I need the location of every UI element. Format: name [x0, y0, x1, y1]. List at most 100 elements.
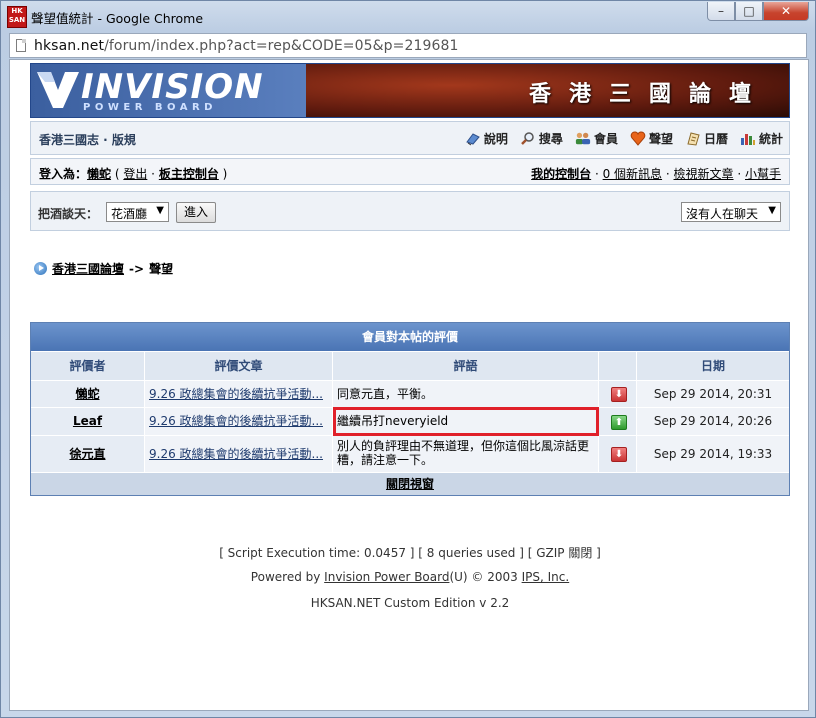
minimize-button[interactable]: – [707, 2, 735, 21]
logged-in-label: 登入為： [39, 167, 88, 181]
help-icon [466, 133, 480, 146]
url-text[interactable]: hksan.net/forum/index.php?act=rep&CODE=0… [34, 38, 459, 54]
search-icon [521, 132, 534, 145]
thumbs-up-icon: ⬆ [611, 415, 627, 430]
logo-text: INVISION [81, 67, 264, 107]
breadcrumb-current: 聲望 [149, 262, 174, 276]
address-bar[interactable]: hksan.net/forum/index.php?act=rep&CODE=0… [9, 33, 807, 58]
chat-room-select[interactable]: 花酒廳 ▼ [106, 202, 169, 222]
highlight-box [333, 407, 599, 436]
my-controls-link[interactable]: 我的控制台 [531, 167, 591, 181]
members-icon [575, 132, 591, 145]
powered-prefix: Powered by [250, 570, 325, 584]
url-domain: hksan.net [34, 38, 105, 54]
title-bar: HK SAN 聲望值統計 - Google Chrome – □ ✕ [1, 1, 815, 31]
nav-help[interactable]: 說明 [465, 130, 508, 147]
breadcrumb-forum-link[interactable]: 香港三國論壇 [52, 260, 124, 277]
window-title: 聲望值統計 - Google Chrome [31, 11, 204, 26]
date-cell: Sep 29 2014, 20:26 [637, 408, 789, 436]
nav-stats[interactable]: 統計 [740, 130, 783, 147]
ratings-header-row: 評價者 評價文章 評語 日期 [31, 352, 789, 380]
chat-room-value: 花酒廳 [111, 207, 148, 221]
post-link[interactable]: 9.26 政總集會的後續抗爭活動... [149, 387, 323, 401]
date-cell: Sep 29 2014, 19:33 [637, 436, 789, 474]
nav-calendar-label: 日曆 [703, 132, 728, 146]
powered-mid: (U) © 2003 [449, 570, 522, 584]
col-comment: 評語 [333, 352, 599, 380]
table-row: 徐元直 9.26 政總集會的後續抗爭活動... 別人的負評理由不無道理，但你這個… [31, 435, 789, 474]
comment-cell: 同意元直，平衡。 [333, 381, 599, 408]
url-path: /forum/index.php?act=rep&CODE=05&p=21968… [104, 38, 459, 54]
browser-window: HK SAN 聲望值統計 - Google Chrome – □ ✕ hksan… [0, 0, 816, 718]
rater-cell: 徐元直 [31, 436, 145, 474]
edition-text: HKSAN.NET Custom Edition v 2.2 [310, 596, 510, 610]
forum-nav-bar: 香港三國志 · 版規 說明 搜尋 會員 聲望 日曆 統計 [30, 121, 790, 155]
chat-label: 把酒談天： [38, 207, 99, 221]
nav-members-label: 會員 [593, 132, 618, 146]
script-stats: [ Script Execution time: 0.0457 ] [ 8 qu… [219, 546, 601, 560]
post-link[interactable]: 9.26 政總集會的後續抗爭活動... [149, 414, 323, 428]
heart-icon [630, 131, 646, 146]
chat-status-select[interactable]: 沒有人在聊天 ▼ [681, 202, 781, 222]
breadcrumb: 香港三國論壇 -> 聲望 [34, 260, 173, 277]
mod-cp-link[interactable]: 板主控制台 [159, 167, 219, 181]
rater-cell: 懶蛇 [31, 381, 145, 408]
arrow-circle-icon [34, 262, 47, 275]
col-type [599, 352, 637, 380]
maximize-button[interactable]: □ [735, 2, 763, 21]
forum-rules-link[interactable]: 香港三國志 · 版規 [39, 131, 136, 148]
type-cell: ⬇ [599, 381, 637, 408]
logout-link[interactable]: 登出 [123, 167, 147, 181]
post-cell: 9.26 政總集會的後續抗爭活動... [145, 381, 333, 408]
close-window-link[interactable]: 關閉視窗 [386, 477, 434, 491]
nav-search[interactable]: 搜尋 [520, 130, 563, 147]
date-cell: Sep 29 2014, 20:31 [637, 381, 789, 408]
nav-stats-label: 統計 [758, 132, 783, 146]
thumbs-down-icon: ⬇ [611, 447, 627, 462]
close-window-bar: 關閉視窗 [31, 472, 789, 495]
close-button[interactable]: ✕ [763, 2, 809, 21]
helper-link[interactable]: 小幫手 [745, 167, 781, 181]
nav-members[interactable]: 會員 [575, 130, 618, 147]
nav-reputation[interactable]: 聲望 [630, 130, 673, 147]
user-bar: 登入為：懶蛇 ( 登出 · 板主控制台 ) 我的控制台 · 0 個新訊息 · 檢… [30, 158, 790, 185]
ips-link[interactable]: IPS, Inc. [522, 570, 570, 584]
nav-search-label: 搜尋 [538, 132, 563, 146]
post-cell: 9.26 政總集會的後續抗爭活動... [145, 408, 333, 436]
calendar-icon [687, 132, 700, 146]
view-new-posts-link[interactable]: 檢視新文章 [674, 167, 734, 181]
comment-cell: 別人的負評理由不無道理，但你這個比風涼話更糟，請注意一下。 [333, 436, 599, 474]
rater-link[interactable]: 徐元直 [69, 447, 105, 461]
chat-status-value: 沒有人在聊天 [686, 207, 759, 221]
banner-artwork: 香港三國論壇 [306, 64, 789, 117]
chat-bar: 把酒談天： 花酒廳 ▼ 進入 沒有人在聊天 ▼ [30, 191, 790, 231]
invision-logo-icon [37, 72, 79, 108]
breadcrumb-separator: -> [129, 261, 145, 276]
new-messages-link[interactable]: 0 個新訊息 [603, 167, 662, 181]
table-row: 懶蛇 9.26 政總集會的後續抗爭活動... 同意元直，平衡。 ⬇ Sep 29… [31, 380, 789, 408]
nav-reputation-label: 聲望 [648, 132, 673, 146]
logo-subtext: POWER BOARD [83, 102, 217, 113]
dropdown-arrow-icon: ▼ [768, 205, 776, 216]
stats-icon [740, 134, 755, 145]
col-post: 評價文章 [145, 352, 333, 380]
dropdown-arrow-icon: ▼ [156, 205, 164, 216]
page-content: INVISION POWER BOARD 香港三國論壇 香港三國志 · 版規 說… [9, 59, 809, 711]
powered-by: Powered by Invision Power Board(U) © 200… [10, 570, 808, 584]
rater-link[interactable]: Leaf [73, 414, 102, 428]
type-cell: ⬇ [599, 436, 637, 474]
page-icon [16, 39, 26, 52]
type-cell: ⬆ [599, 408, 637, 436]
forum-name: 香港三國論壇 [528, 81, 769, 107]
username-link[interactable]: 懶蛇 [87, 167, 111, 181]
forum-banner: INVISION POWER BOARD 香港三國論壇 [30, 63, 790, 118]
thumbs-down-icon: ⬇ [611, 387, 627, 402]
enter-chat-button[interactable]: 進入 [176, 202, 216, 223]
rater-cell: Leaf [31, 408, 145, 436]
ipb-link[interactable]: Invision Power Board [324, 570, 449, 584]
post-link[interactable]: 9.26 政總集會的後續抗爭活動... [149, 447, 323, 461]
hksan-app-icon: HK SAN [7, 6, 27, 28]
nav-help-label: 說明 [483, 132, 508, 146]
nav-calendar[interactable]: 日曆 [685, 130, 728, 147]
rater-link[interactable]: 懶蛇 [75, 387, 99, 401]
